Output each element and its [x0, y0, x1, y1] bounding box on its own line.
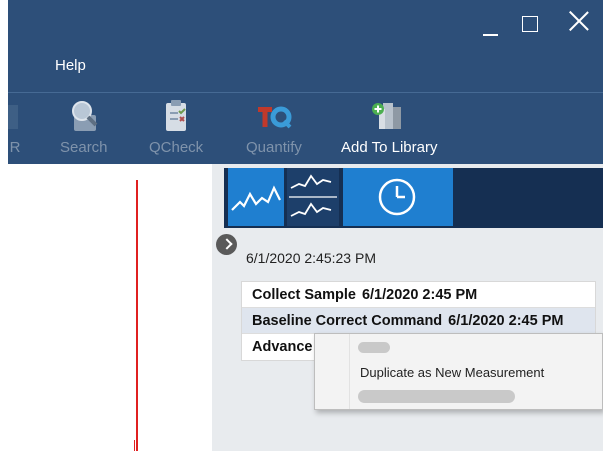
partial-icon	[8, 99, 22, 137]
add-to-library-label: Add To Library	[341, 139, 438, 156]
history-row[interactable]: Collect Sample 6/1/2020 2:45 PM	[242, 282, 595, 308]
quantify-button[interactable]: Quantify	[246, 99, 302, 156]
history-clock-icon	[343, 178, 453, 230]
context-menu: Duplicate as New Measurement	[314, 333, 603, 410]
qcheck-button[interactable]: QCheck	[149, 99, 203, 156]
history-view-button[interactable]	[343, 168, 453, 226]
search-button[interactable]: Search	[60, 99, 108, 156]
panel-splitter[interactable]	[212, 164, 224, 451]
context-menu-placeholder	[358, 342, 390, 353]
add-to-library-icon	[341, 99, 437, 137]
spectrum-view-button[interactable]	[228, 168, 284, 226]
maximize-icon[interactable]	[522, 16, 538, 32]
clipboard-check-icon	[149, 99, 203, 137]
history-command: Collect Sample	[252, 287, 356, 303]
stacked-view-icon	[287, 174, 339, 230]
context-menu-gutter	[349, 334, 350, 409]
history-command: Advance	[252, 339, 313, 355]
close-icon[interactable]	[568, 10, 590, 32]
qcheck-label: QCheck	[149, 139, 204, 156]
toolbar-label-r: R	[9, 139, 21, 156]
history-command: Baseline Correct Command	[252, 313, 443, 329]
tq-logo-icon	[246, 99, 302, 137]
toolbar: R Search QCheck Quantify Add To Library	[8, 92, 603, 164]
measurement-timestamp: 6/1/2020 2:45:23 PM	[246, 250, 376, 266]
quantify-label: Quantify	[246, 139, 302, 156]
menu-help[interactable]: Help	[55, 57, 86, 74]
minimize-icon[interactable]	[483, 34, 498, 36]
expand-arrow-icon[interactable]	[216, 234, 237, 255]
history-row[interactable]: Baseline Correct Command 6/1/2020 2:45 PM	[242, 308, 595, 334]
add-to-library-button[interactable]: Add To Library	[341, 99, 437, 156]
history-time: 6/1/2020 2:45 PM	[361, 287, 478, 303]
spectrum-view-icon	[228, 185, 284, 230]
spectrum-line-tail	[134, 440, 137, 451]
history-time: 6/1/2020 2:45 PM	[448, 313, 564, 329]
context-menu-placeholder	[358, 390, 515, 403]
search-icon	[60, 99, 108, 137]
toolbar-button-r[interactable]: R	[8, 99, 22, 156]
search-label: Search	[60, 139, 108, 156]
title-bar	[8, 0, 603, 92]
spectrum-panel[interactable]	[8, 164, 220, 451]
spectrum-line	[136, 180, 138, 451]
context-menu-item-duplicate[interactable]: Duplicate as New Measurement	[360, 365, 544, 380]
stacked-view-button[interactable]	[287, 168, 339, 226]
